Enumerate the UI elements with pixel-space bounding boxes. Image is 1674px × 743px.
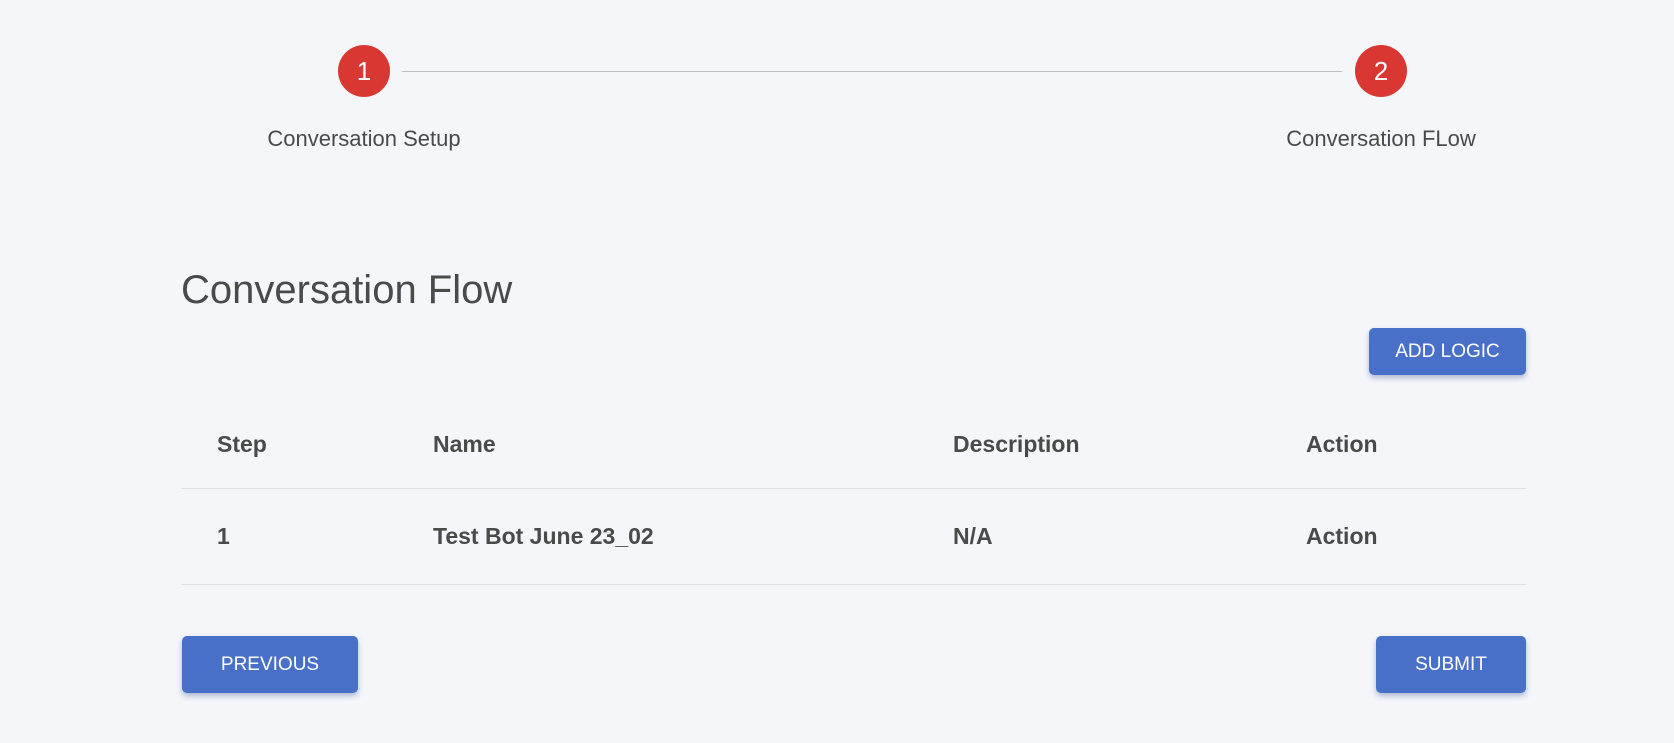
cell-description: N/A <box>953 488 1306 585</box>
step-2-label: Conversation FLow <box>1286 126 1476 151</box>
submit-button[interactable]: SUBMIT <box>1376 636 1526 693</box>
table-header-row: Step Name Description Action <box>181 400 1526 489</box>
page-title: Conversation Flow <box>181 268 513 312</box>
previous-button[interactable]: PREVIOUS <box>182 636 358 693</box>
step-connector-line <box>402 71 1342 72</box>
conversation-flow-table: Step Name Description Action 1 Test Bot … <box>181 400 1526 585</box>
column-header-description: Description <box>953 400 1306 489</box>
stepper: 1 Conversation Setup 2 Conversation FLow <box>0 0 1674 200</box>
step-2[interactable]: 2 Conversation FLow <box>1231 45 1531 152</box>
column-header-step: Step <box>181 400 433 489</box>
step-1-number: 1 <box>338 45 390 97</box>
table-header: Step Name Description Action <box>181 400 1526 489</box>
cell-action[interactable]: Action <box>1306 488 1526 585</box>
step-1-label: Conversation Setup <box>267 126 461 151</box>
step-1[interactable]: 1 Conversation Setup <box>214 45 514 152</box>
cell-step: 1 <box>181 488 433 585</box>
add-logic-button[interactable]: ADD LOGIC <box>1369 328 1526 375</box>
step-2-number: 2 <box>1355 45 1407 97</box>
table-body: 1 Test Bot June 23_02 N/A Action <box>181 488 1526 585</box>
table-row: 1 Test Bot June 23_02 N/A Action <box>181 488 1526 585</box>
cell-name: Test Bot June 23_02 <box>433 488 953 585</box>
column-header-action: Action <box>1306 400 1526 489</box>
column-header-name: Name <box>433 400 953 489</box>
